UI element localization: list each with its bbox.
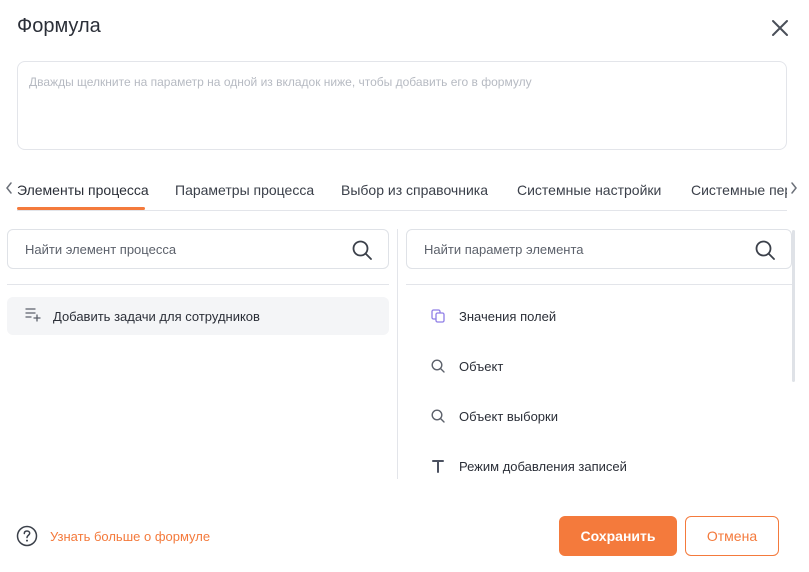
tab-system-settings[interactable]: Системные настройки [517, 182, 661, 198]
copy-icon [431, 309, 445, 323]
search-icon[interactable] [754, 239, 776, 261]
chevron-left-icon[interactable] [3, 180, 15, 196]
process-element-search-input[interactable] [8, 230, 388, 268]
search-icon [431, 409, 445, 423]
list-item-add-tasks[interactable]: Добавить задачи для сотрудников [7, 297, 389, 335]
tab-system-vars[interactable]: Системные пер [691, 182, 787, 198]
dialog-title: Формула [17, 15, 101, 37]
left-panel-divider [7, 284, 389, 285]
param-item-record-mode[interactable]: Режим добавления записей [406, 446, 786, 486]
formula-placeholder: Дважды щелкните на параметр на одной из … [29, 75, 532, 89]
tab-reference-selection[interactable]: Выбор из справочника [341, 182, 488, 198]
formula-editor[interactable]: Дважды щелкните на параметр на одной из … [17, 61, 787, 150]
tab-bar: Элементы процесса Параметры процесса Выб… [0, 172, 809, 212]
tab-process-elements[interactable]: Элементы процесса [17, 182, 149, 198]
learn-more-link[interactable]: Узнать больше о формуле [50, 529, 210, 544]
tabs-list: Элементы процесса Параметры процесса Выб… [17, 172, 787, 211]
chevron-right-icon[interactable] [788, 180, 800, 196]
panel-separator [397, 229, 398, 479]
right-panel-divider [406, 284, 792, 285]
right-panel-scrollbar[interactable] [792, 230, 795, 382]
save-button[interactable]: Сохранить [559, 516, 677, 556]
search-icon[interactable] [351, 239, 373, 261]
element-param-search [406, 229, 792, 269]
param-item-field-values[interactable]: Значения полей [406, 296, 786, 336]
param-item-label: Значения полей [459, 309, 557, 324]
close-icon[interactable] [769, 17, 791, 39]
search-icon [431, 359, 445, 373]
help-icon[interactable] [16, 525, 38, 547]
param-item-label: Объект выборки [459, 409, 558, 424]
list-item-label: Добавить задачи для сотрудников [53, 309, 260, 324]
process-element-search [7, 229, 389, 269]
element-param-search-input[interactable] [407, 230, 791, 268]
param-item-object[interactable]: Объект [406, 346, 786, 386]
add-list-icon [25, 308, 41, 322]
param-item-label: Объект [459, 359, 504, 374]
cancel-button[interactable]: Отмена [685, 516, 779, 556]
text-icon [432, 460, 444, 473]
param-item-selection-object[interactable]: Объект выборки [406, 396, 786, 436]
tabs-divider [17, 210, 787, 211]
tab-process-params[interactable]: Параметры процесса [175, 182, 314, 198]
param-item-label: Режим добавления записей [459, 459, 627, 474]
